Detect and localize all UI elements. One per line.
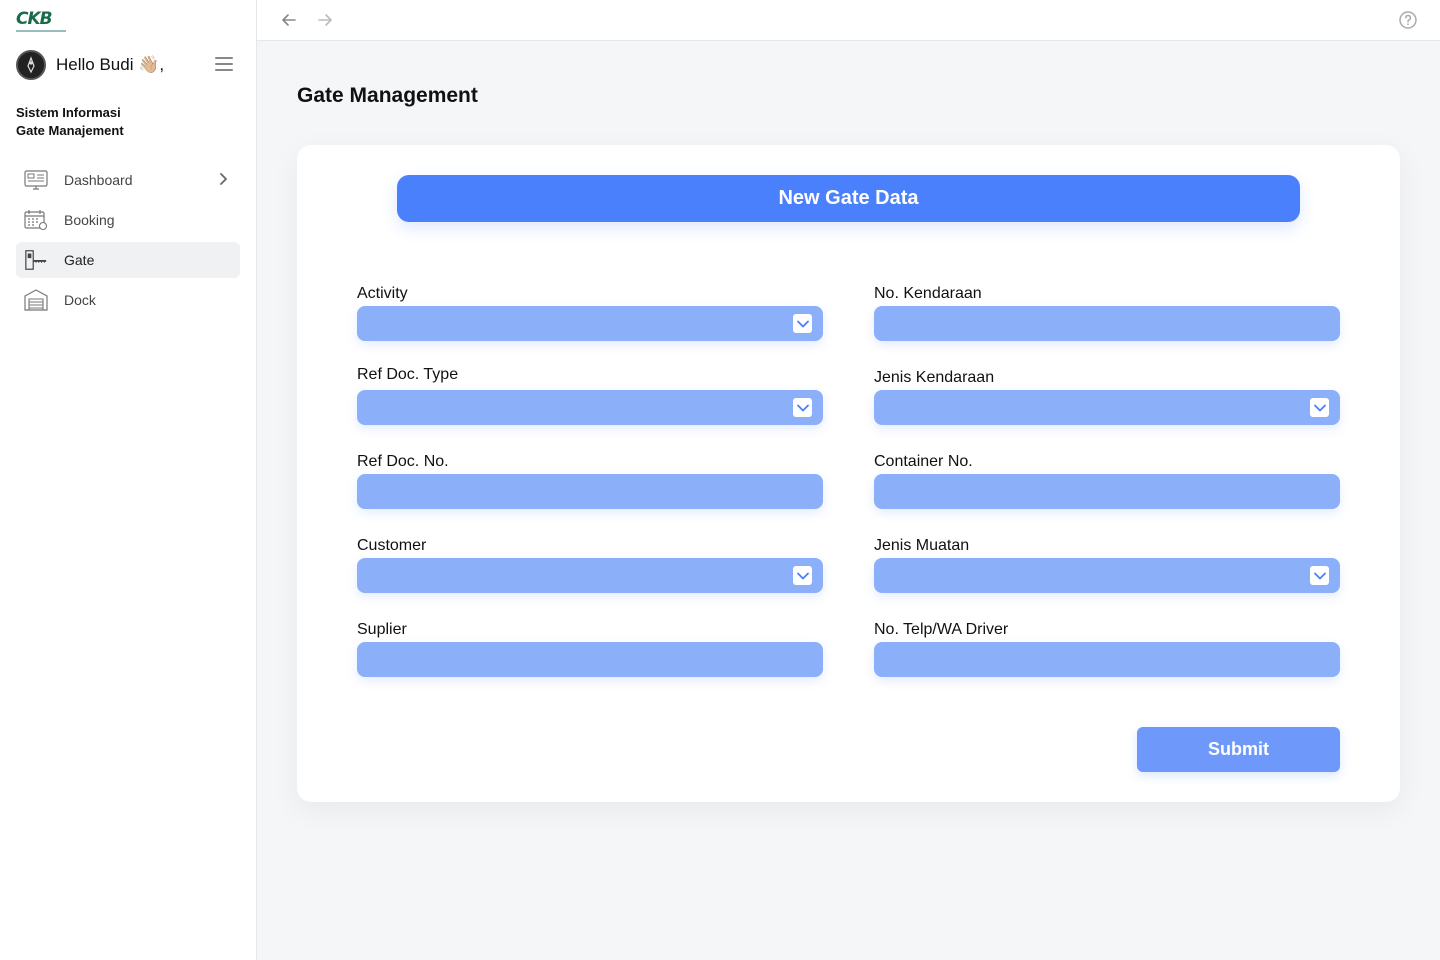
chevron-right-icon — [220, 173, 227, 185]
ref-doc-type-select[interactable] — [357, 390, 823, 425]
sidebar-item-dock[interactable]: Dock — [16, 282, 240, 318]
activity-select[interactable] — [357, 306, 823, 341]
chevron-down-icon[interactable] — [793, 314, 812, 333]
chevron-down-icon[interactable] — [793, 398, 812, 417]
sidebar-item-dashboard[interactable]: Dashboard — [16, 162, 240, 198]
container-no-label: Container No. — [874, 453, 973, 470]
logo-tagline-line — [16, 30, 66, 32]
driver-phone-label: No. Telp/WA Driver — [874, 621, 1009, 638]
system-title: Sistem Informasi Gate Manajement — [16, 104, 124, 140]
sidebar-item-label: Gate — [64, 252, 95, 268]
calendar-icon — [24, 209, 48, 231]
system-title-line1: Sistem Informasi — [16, 105, 121, 120]
suplier-label: Suplier — [357, 621, 407, 638]
jenis-kendaraan-select[interactable] — [874, 390, 1340, 425]
sidebar-item-booking[interactable]: Booking — [16, 202, 240, 238]
gate-icon — [24, 249, 48, 271]
sidebar-item-label: Dock — [64, 292, 96, 308]
avatar-emblem-icon — [27, 56, 35, 74]
menu-toggle-icon[interactable] — [215, 57, 233, 71]
ref-doc-no-label: Ref Doc. No. — [357, 453, 449, 470]
suplier-input[interactable] — [357, 642, 823, 677]
greeting-text: Hello Budi 👋🏼, — [56, 55, 165, 74]
customer-select[interactable] — [357, 558, 823, 593]
logo-text: CKB — [16, 9, 53, 29]
system-title-line2: Gate Manajement — [16, 123, 124, 138]
no-kendaraan-input[interactable] — [874, 306, 1340, 341]
container-no-input[interactable] — [874, 474, 1340, 509]
jenis-muatan-select[interactable] — [874, 558, 1340, 593]
ref-doc-type-label: Ref Doc. Type — [357, 366, 459, 383]
sidebar-item-gate[interactable]: Gate — [16, 242, 240, 278]
avatar[interactable] — [16, 50, 46, 80]
customer-label: Customer — [357, 537, 427, 554]
driver-phone-input[interactable] — [874, 642, 1340, 677]
no-kendaraan-label: No. Kendaraan — [874, 285, 982, 302]
top-bar — [257, 0, 1440, 41]
warehouse-icon — [24, 289, 48, 311]
jenis-muatan-label: Jenis Muatan — [874, 537, 970, 554]
ref-doc-no-input[interactable] — [357, 474, 823, 509]
gate-form-card: New Gate Data Activity Ref Doc. Type Ref… — [297, 145, 1400, 802]
activity-label: Activity — [357, 285, 408, 302]
sidebar: CKB Hello Budi 👋🏼, Sistem Informasi Gate… — [0, 0, 257, 960]
help-circle-icon[interactable] — [1398, 10, 1418, 30]
sidebar-nav: Dashboard Booking Gate Dock — [16, 162, 240, 322]
user-greeting: Hello Budi 👋🏼, — [16, 50, 164, 80]
new-gate-data-header[interactable]: New Gate Data — [397, 175, 1300, 222]
arrow-right-icon[interactable] — [315, 10, 335, 30]
submit-button[interactable]: Submit — [1137, 727, 1340, 772]
chevron-down-icon[interactable] — [793, 566, 812, 585]
sidebar-item-label: Booking — [64, 212, 115, 228]
chevron-down-icon[interactable] — [1310, 398, 1329, 417]
ckb-logo[interactable]: CKB — [16, 10, 68, 34]
sidebar-item-label: Dashboard — [64, 172, 133, 188]
chevron-down-icon[interactable] — [1310, 566, 1329, 585]
arrow-left-icon[interactable] — [279, 10, 299, 30]
jenis-kendaraan-label: Jenis Kendaraan — [874, 369, 995, 386]
dashboard-icon — [24, 169, 48, 191]
page-title: Gate Management — [297, 84, 478, 107]
